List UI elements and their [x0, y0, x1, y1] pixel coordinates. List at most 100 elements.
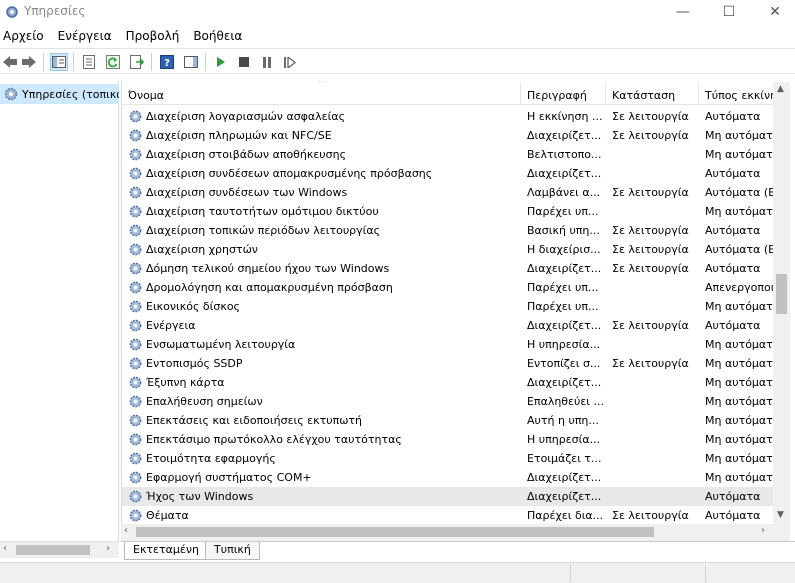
services-rows: Διαχείριση λογαριασμών ασφαλείας Η εκκίνη…	[122, 107, 776, 525]
services-gear-icon	[6, 6, 18, 18]
service-row[interactable]: Δόμηση τελικού σημείου ήχου των Windows Δ…	[122, 259, 776, 278]
service-name-cell: Διαχείριση τοπικών περιόδων λειτουργίας	[122, 223, 521, 238]
service-name-cell: Ήχος των Windows	[122, 489, 521, 504]
service-description: Διαχειρίζετ...	[527, 376, 602, 389]
service-row[interactable]: Διαχείριση στοιβάδων αποθήκευσης Βελτιστο…	[122, 145, 776, 164]
menu-action[interactable]: Ενέργεια	[55, 27, 117, 47]
column-header-status[interactable]: Κατάσταση	[606, 83, 699, 105]
service-startup-type: Μη αυτόματα	[705, 433, 776, 446]
service-startup-type: Απενεργοποι	[705, 281, 775, 294]
menu-file[interactable]: Αρχείο	[0, 27, 49, 47]
service-status: Σε λειτουργία	[612, 319, 689, 332]
show-tree-icon[interactable]	[50, 53, 68, 71]
service-name-cell: Έξυπνη κάρτα	[122, 375, 521, 390]
back-arrow-icon[interactable]	[1, 53, 19, 71]
service-name: Εντοπισμός SSDP	[146, 357, 243, 370]
service-row[interactable]: Επεκτάσεις και ειδοποιήσεις εκτυπωτή Αυτή…	[122, 411, 776, 430]
navigation-tree: Υπηρεσίες (τοπικά)	[0, 81, 119, 558]
service-gear-icon	[129, 224, 142, 237]
service-gear-icon	[129, 395, 142, 408]
scroll-down-icon[interactable]: ▼	[777, 510, 784, 520]
show-action-pane-icon[interactable]	[182, 53, 200, 71]
service-row[interactable]: Διαχείριση χρηστών Η διαχείρισ... Σε λειτο…	[122, 240, 776, 259]
tab-standard[interactable]: Τυπική	[205, 542, 260, 560]
scroll-up-icon[interactable]: ▲	[777, 84, 784, 94]
tree-item-services-local[interactable]: Υπηρεσίες (τοπικά)	[0, 84, 119, 104]
service-name: Δόμηση τελικού σημείου ήχου των Windows	[146, 262, 390, 275]
service-name-cell: Επεκτάσιμο πρωτόκολλο ελέγχου ταυτότητας	[122, 432, 521, 447]
column-header-startup-type[interactable]: Τύπος εκκίνησης	[699, 83, 776, 105]
column-header-description[interactable]: Περιγραφή	[521, 83, 606, 105]
scrollbar-thumb[interactable]	[16, 545, 90, 555]
service-row[interactable]: Διαχείριση πληρωμών και NFC/SE Διαχειρίζε…	[122, 126, 776, 145]
service-gear-icon	[129, 129, 142, 142]
service-description: Η υπηρεσία...	[527, 433, 601, 446]
stop-service-icon[interactable]	[235, 53, 253, 71]
service-name: Διαχείριση συνδέσεων απομακρυσμένης πρόσ…	[146, 167, 433, 180]
scroll-right-icon[interactable]: ›	[106, 543, 110, 554]
service-row[interactable]: Εντοπισμός SSDP Εντοπίζει σ... Σε λειτουργ…	[122, 354, 776, 373]
service-row[interactable]: Δρομολόγηση και απομακρυσμένη πρόσβαση Πα…	[122, 278, 776, 297]
service-name-cell: Επεκτάσεις και ειδοποιήσεις εκτυπωτή	[122, 413, 521, 428]
service-row[interactable]: Επεκτάσιμο πρωτόκολλο ελέγχου ταυτότητας…	[122, 430, 776, 449]
service-row[interactable]: Διαχείριση συνδέσεων των Windows Λαμβάνει…	[122, 183, 776, 202]
menu-view[interactable]: Προβολή	[123, 27, 185, 47]
service-startup-type: Μη αυτόματα	[705, 357, 776, 370]
export-list-icon[interactable]	[128, 53, 146, 71]
minimize-button[interactable]: —	[660, 0, 706, 24]
service-name-cell: Επαλήθευση σημείων	[122, 394, 521, 409]
list-horizontal-scrollbar[interactable]: ‹ ›	[121, 524, 790, 541]
service-row[interactable]: Διαχείριση λογαριασμών ασφαλείας Η εκκίνη…	[122, 107, 776, 126]
view-tabs: Εκτεταμένη Τυπική	[121, 541, 795, 561]
restart-service-icon[interactable]	[281, 53, 299, 71]
service-row[interactable]: Ήχος των Windows Διαχειρίζετ... Αυτόματα	[122, 487, 776, 506]
service-name-cell: Ενσωματωμένη λειτουργία	[122, 337, 521, 352]
left-horizontal-scrollbar[interactable]: ‹ ›	[0, 541, 119, 558]
service-description: Λαμβάνει α...	[527, 186, 601, 199]
service-row[interactable]: Διαχείριση ταυτοτήτων ομότιμου δικτύου Πα…	[122, 202, 776, 221]
service-row[interactable]: Ενέργεια Διαχειρίζετ... Σε λειτουργία Αυτόμ…	[122, 316, 776, 335]
service-status: Σε λειτουργία	[612, 186, 689, 199]
scrollbar-thumb[interactable]	[776, 274, 787, 314]
menu-help[interactable]: Βοήθεια	[190, 27, 247, 47]
service-name: Διαχείριση χρηστών	[146, 243, 258, 256]
maximize-button[interactable]: ☐	[706, 0, 752, 24]
service-gear-icon	[129, 186, 142, 199]
service-gear-icon	[129, 338, 142, 351]
scroll-left-icon[interactable]: ‹	[124, 525, 128, 536]
service-row[interactable]: Εικονικός δίσκος Παρέχει υπ... Μη αυτόματα	[122, 297, 776, 316]
service-row[interactable]: Έξυπνη κάρτα Διαχειρίζετ... Μη αυτόματα	[122, 373, 776, 392]
service-row[interactable]: Διαχείριση συνδέσεων απομακρυσμένης πρόσ…	[122, 164, 776, 183]
properties-icon[interactable]	[80, 53, 98, 71]
tab-extended[interactable]: Εκτεταμένη	[124, 542, 208, 560]
service-status: Σε λειτουργία	[612, 224, 689, 237]
forward-arrow-icon[interactable]	[20, 53, 38, 71]
status-divider	[570, 565, 571, 582]
service-row[interactable]: Θέματα Παρέχει δια... Σε λειτουργία Αυτόματ…	[122, 506, 776, 525]
service-startup-type: Αυτόματα	[705, 319, 761, 332]
vertical-scrollbar[interactable]: ▲ ▼	[773, 82, 790, 524]
service-gear-icon	[129, 414, 142, 427]
scroll-left-icon[interactable]: ‹	[3, 543, 7, 554]
service-gear-icon	[129, 243, 142, 256]
start-service-icon[interactable]	[212, 53, 230, 71]
service-description: Η υπηρεσία...	[527, 338, 601, 351]
close-button[interactable]: ✕	[752, 0, 795, 24]
service-startup-type: Μη αυτόματα	[705, 300, 776, 313]
service-row[interactable]: Διαχείριση τοπικών περιόδων λειτουργίας Β…	[122, 221, 776, 240]
service-row[interactable]: Ετοιμότητα εφαρμογής Ετοιμάζει τ... Μη αυτ…	[122, 449, 776, 468]
service-row[interactable]: Εφαρμογή συστήματος COM+ Διαχειρίζετ... Μη…	[122, 468, 776, 487]
service-description: Βελτιστοπο...	[527, 148, 602, 161]
help-icon[interactable]: ?	[158, 53, 176, 71]
scroll-right-icon[interactable]: ›	[761, 525, 765, 536]
service-name: Δρομολόγηση και απομακρυσμένη πρόσβαση	[146, 281, 393, 294]
service-gear-icon	[129, 148, 142, 161]
pause-service-icon[interactable]	[258, 53, 276, 71]
service-row[interactable]: Ενσωματωμένη λειτουργία Η υπηρεσία... Μη α…	[122, 335, 776, 354]
service-name: Ετοιμότητα εφαρμογής	[146, 452, 276, 465]
scrollbar-thumb[interactable]	[136, 527, 654, 537]
refresh-icon[interactable]	[104, 53, 122, 71]
service-startup-type: Μη αυτόματα	[705, 129, 776, 142]
service-row[interactable]: Επαλήθευση σημείων Επαληθεύει ... Μη αυτόμ…	[122, 392, 776, 411]
service-description: Διαχειρίζετ...	[527, 129, 602, 142]
